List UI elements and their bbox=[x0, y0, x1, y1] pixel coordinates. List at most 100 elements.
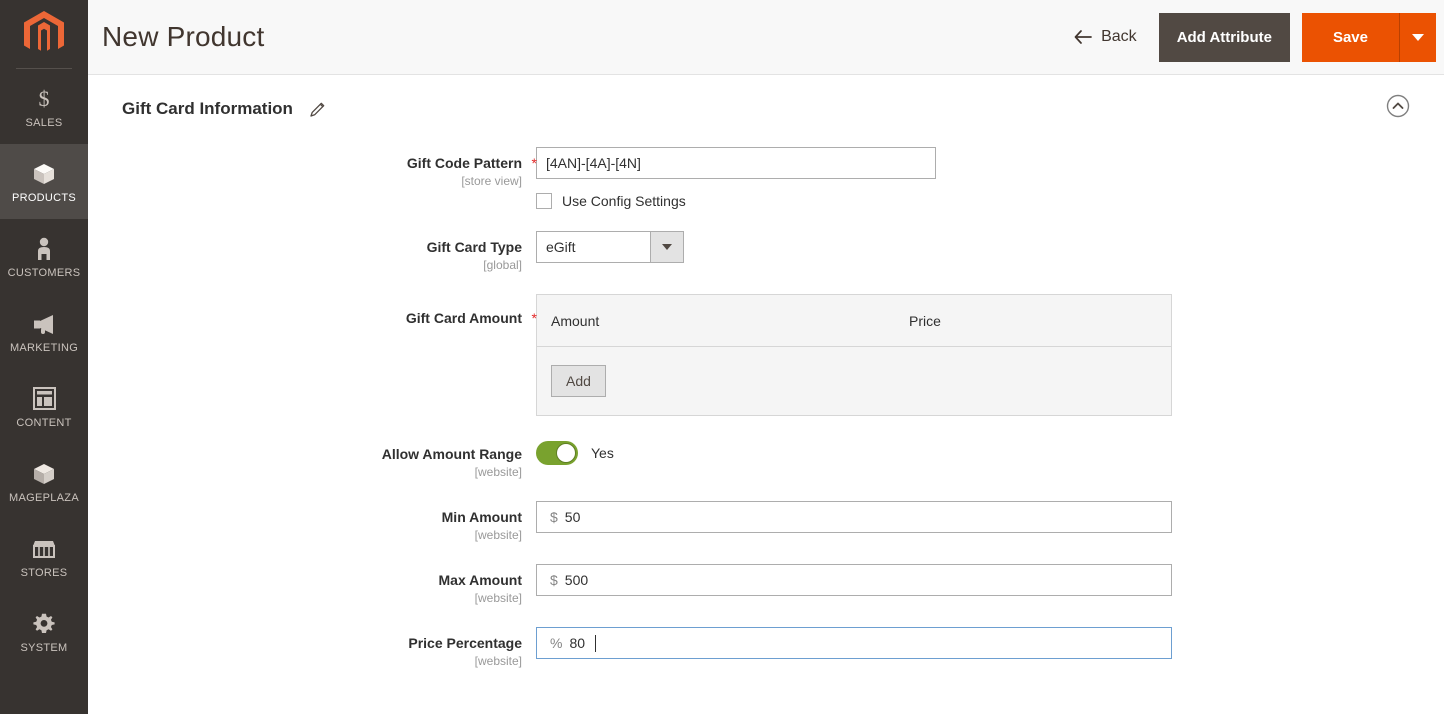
field-row-price-percentage: Price Percentage [website] % bbox=[88, 627, 1444, 668]
use-config-settings-checkbox[interactable] bbox=[536, 193, 552, 209]
currency-symbol: $ bbox=[550, 509, 558, 525]
scope-text: [website] bbox=[474, 465, 522, 479]
page-header: New Product Back Add Attribute Save bbox=[88, 0, 1444, 75]
gift-code-pattern-input[interactable] bbox=[536, 147, 936, 179]
page-title: New Product bbox=[102, 21, 265, 52]
field-control-min-amount: $ bbox=[536, 501, 1444, 533]
max-amount-field[interactable]: $ bbox=[536, 564, 1172, 596]
min-amount-input[interactable] bbox=[564, 502, 1171, 532]
sidebar-item-content[interactable]: CONTENT bbox=[0, 369, 88, 444]
box-icon bbox=[31, 161, 57, 187]
field-row-allow-amount-range: Allow Amount Range [website] Yes bbox=[88, 438, 1444, 479]
field-row-min-amount: Min Amount [website] $ bbox=[88, 501, 1444, 542]
sidebar: $ SALES PRODUCTS CUSTOMERS MARKETING CON… bbox=[0, 0, 88, 714]
currency-symbol: $ bbox=[550, 572, 558, 588]
sidebar-item-label: CONTENT bbox=[16, 416, 72, 429]
edit-pencil-icon[interactable] bbox=[309, 101, 326, 118]
sidebar-item-label: MARKETING bbox=[9, 341, 79, 354]
field-row-gift-code-pattern: Gift Code Pattern [store view] * Use Con… bbox=[88, 147, 1444, 209]
scope-text: [global] bbox=[483, 258, 522, 272]
add-amount-button[interactable]: Add bbox=[551, 365, 606, 397]
price-percentage-input[interactable] bbox=[569, 628, 596, 658]
header-actions: Back Add Attribute Save bbox=[1064, 0, 1436, 74]
field-control-gift-code-pattern: Use Config Settings bbox=[536, 147, 1444, 209]
back-button-label: Back bbox=[1101, 28, 1137, 45]
sidebar-item-label: MAGEPLAZA bbox=[9, 491, 79, 504]
field-label-allow-amount-range: Allow Amount Range [website] bbox=[88, 438, 536, 479]
back-button[interactable]: Back bbox=[1064, 28, 1159, 46]
required-marker: * bbox=[531, 155, 537, 171]
sidebar-item-marketing[interactable]: MARKETING bbox=[0, 294, 88, 369]
sidebar-item-mageplaza[interactable]: MAGEPLAZA bbox=[0, 444, 88, 519]
sidebar-item-system[interactable]: SYSTEM bbox=[0, 594, 88, 669]
sidebar-item-sales[interactable]: $ SALES bbox=[0, 69, 88, 144]
field-label-gift-card-type: Gift Card Type [global] bbox=[88, 231, 536, 272]
gift-card-amount-table: Amount Price Add bbox=[536, 294, 1172, 416]
field-row-max-amount: Max Amount [website] $ bbox=[88, 564, 1444, 605]
field-label-price-percentage: Price Percentage [website] bbox=[88, 627, 536, 668]
section-title: Gift Card Information bbox=[122, 99, 293, 118]
person-icon bbox=[31, 236, 57, 262]
sidebar-item-customers[interactable]: CUSTOMERS bbox=[0, 219, 88, 294]
field-row-gift-card-type: Gift Card Type [global] eGift bbox=[88, 231, 1444, 272]
scope-text: [website] bbox=[474, 528, 522, 542]
field-control-max-amount: $ bbox=[536, 564, 1444, 596]
label-text: Max Amount bbox=[438, 572, 522, 588]
sidebar-item-label: SALES bbox=[25, 116, 63, 129]
text-cursor bbox=[595, 634, 597, 652]
store-icon bbox=[31, 536, 57, 562]
main-area: New Product Back Add Attribute Save Gift… bbox=[88, 0, 1444, 714]
sidebar-item-label: SYSTEM bbox=[20, 641, 68, 654]
gear-icon bbox=[31, 611, 57, 637]
collapse-section-icon[interactable] bbox=[1386, 94, 1410, 118]
add-attribute-button[interactable]: Add Attribute bbox=[1158, 12, 1290, 62]
table-body: Add bbox=[537, 347, 1171, 415]
label-text: Gift Card Amount bbox=[405, 310, 522, 326]
scope-text: [website] bbox=[474, 591, 522, 605]
price-percentage-field[interactable]: % bbox=[536, 627, 1172, 659]
magento-logo[interactable] bbox=[0, 0, 88, 68]
min-amount-field[interactable]: $ bbox=[536, 501, 1172, 533]
magento-logo-icon bbox=[24, 11, 64, 51]
sidebar-item-label: CUSTOMERS bbox=[7, 266, 81, 279]
allow-amount-range-toggle-row: Yes bbox=[536, 438, 1444, 465]
table-header-row: Amount Price bbox=[537, 295, 1171, 347]
use-config-settings-label[interactable]: Use Config Settings bbox=[562, 193, 686, 209]
arrow-left-icon bbox=[1074, 30, 1092, 44]
column-header-price: Price bbox=[909, 312, 941, 329]
scope-text: [store view] bbox=[461, 174, 522, 188]
field-label-gift-code-pattern: Gift Code Pattern [store view] * bbox=[88, 147, 537, 188]
column-header-amount: Amount bbox=[551, 312, 600, 329]
field-row-gift-card-amount: Gift Card Amount * Amount Price Add bbox=[88, 294, 1444, 416]
chevron-down-icon bbox=[1412, 33, 1424, 41]
save-dropdown-button[interactable] bbox=[1399, 12, 1436, 62]
field-label-max-amount: Max Amount [website] bbox=[88, 564, 536, 605]
section-header: Gift Card Information bbox=[88, 75, 1444, 137]
chevron-down-icon bbox=[662, 244, 672, 250]
dollar-icon: $ bbox=[31, 86, 57, 112]
label-text: Allow Amount Range bbox=[381, 446, 522, 462]
label-text: Gift Card Type bbox=[426, 239, 522, 255]
use-config-settings-row: Use Config Settings bbox=[536, 193, 1444, 209]
content-area: Gift Card Information Gift Code Pattern … bbox=[88, 75, 1444, 714]
allow-amount-range-toggle[interactable] bbox=[536, 441, 578, 465]
percent-symbol: % bbox=[550, 635, 563, 651]
field-control-allow-amount-range: Yes bbox=[536, 438, 1444, 465]
megaphone-icon bbox=[31, 311, 57, 337]
label-text: Price Percentage bbox=[408, 635, 522, 651]
gift-card-type-value: eGift bbox=[546, 239, 576, 255]
label-text: Gift Code Pattern bbox=[406, 155, 522, 171]
box-icon bbox=[31, 461, 57, 487]
sidebar-item-products[interactable]: PRODUCTS bbox=[0, 144, 88, 219]
select-dropdown-button[interactable] bbox=[650, 232, 683, 262]
field-control-gift-card-amount: Amount Price Add bbox=[536, 294, 1444, 416]
toggle-knob bbox=[556, 443, 576, 463]
gift-card-type-select[interactable]: eGift bbox=[536, 231, 684, 263]
label-text: Min Amount bbox=[441, 509, 522, 525]
field-label-gift-card-amount: Gift Card Amount * bbox=[88, 294, 537, 326]
save-button-group: Save bbox=[1301, 12, 1436, 62]
sidebar-item-stores[interactable]: STORES bbox=[0, 519, 88, 594]
save-button[interactable]: Save bbox=[1301, 12, 1399, 62]
max-amount-input[interactable] bbox=[564, 565, 1171, 595]
sidebar-item-label: STORES bbox=[20, 566, 68, 579]
